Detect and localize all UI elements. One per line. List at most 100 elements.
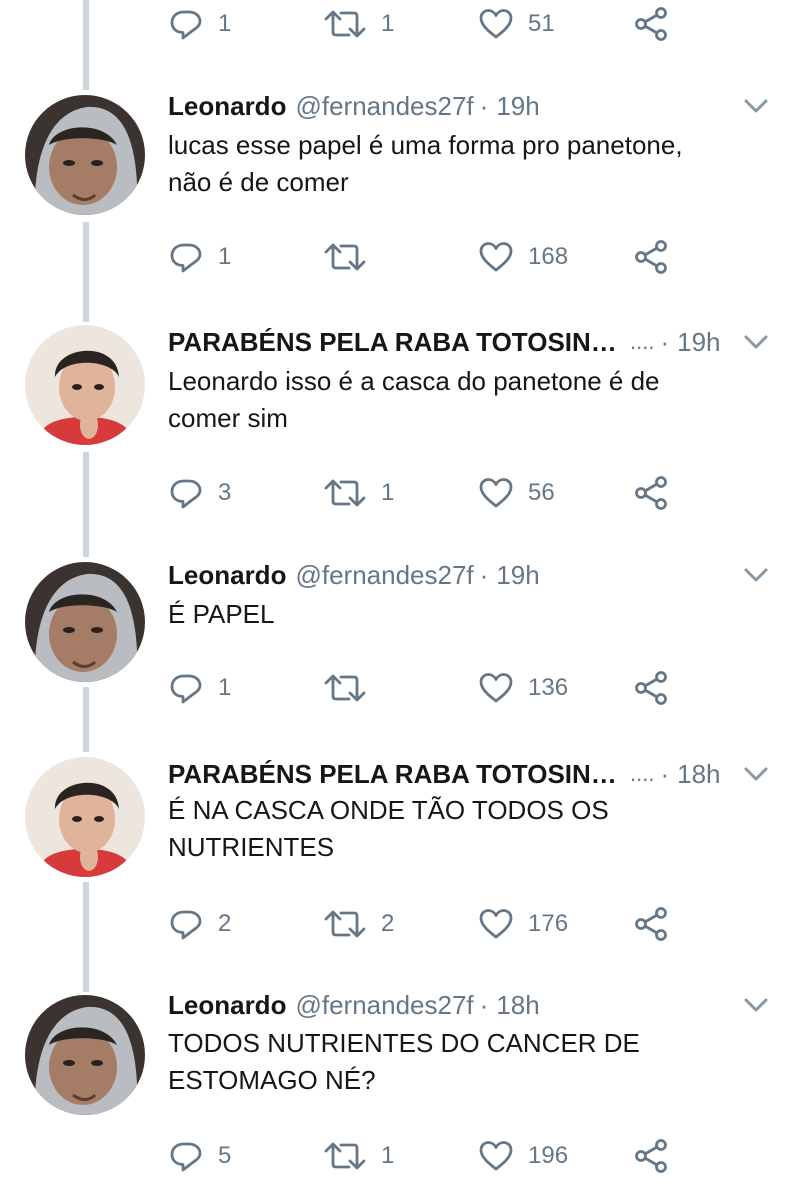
display-name[interactable]: PARABÉNS PELA RABA TOTOSINHA [168, 759, 626, 790]
share-button[interactable] [633, 473, 669, 513]
username[interactable]: @fernandes27f [295, 560, 473, 591]
chevron-down-icon [744, 335, 768, 349]
truncation-ellipsis: .... [630, 761, 655, 786]
tweet-text: É PAPEL [168, 596, 748, 633]
thread-line [83, 687, 89, 752]
tweet-text-line: ESTOMAGO NÉ? [168, 1065, 376, 1095]
timestamp[interactable]: 19h [677, 327, 720, 358]
retweet-icon [323, 906, 367, 942]
reply-count: 2 [218, 910, 232, 937]
tweet-text-line: comer sim [168, 403, 288, 433]
reply-button[interactable]: 2 [168, 904, 231, 944]
heart-icon [478, 906, 514, 942]
like-count: 51 [528, 10, 555, 37]
avatar[interactable] [25, 325, 145, 445]
heart-icon [478, 239, 514, 275]
reply-icon [168, 239, 204, 275]
chevron-down-icon [744, 767, 768, 781]
tweet-actions: 2 2 176 [168, 904, 728, 944]
reply-button[interactable]: 3 [168, 473, 231, 513]
tweet-text: Leonardo isso é a casca do panetone é de… [168, 363, 748, 437]
like-button[interactable]: 168 [478, 237, 568, 277]
share-button[interactable] [633, 237, 669, 277]
separator-dot: · [660, 326, 670, 357]
reply-count: 3 [218, 479, 232, 506]
display-name[interactable]: PARABÉNS PELA RABA TOTOSINHA [168, 327, 626, 358]
avatar[interactable] [25, 995, 145, 1115]
tweet-text: TODOS NUTRIENTES DO CANCER DE ESTOMAGO N… [168, 1025, 748, 1099]
heart-icon [478, 475, 514, 511]
thread-line [83, 222, 89, 322]
share-button[interactable] [633, 904, 669, 944]
share-icon [633, 475, 669, 511]
retweet-button[interactable]: 1 [323, 4, 394, 44]
retweet-icon [323, 475, 367, 511]
tweet-actions: 5 1 196 [168, 1136, 728, 1176]
share-button[interactable] [633, 668, 669, 708]
tweet-actions: 1 168 [168, 237, 728, 277]
more-options-button[interactable] [738, 91, 774, 121]
share-icon [633, 1138, 669, 1174]
avatar[interactable] [25, 757, 145, 877]
reply-button[interactable]: 1 [168, 4, 231, 44]
thread-line [83, 452, 89, 557]
tweet-text-line: não é de comer [168, 167, 349, 197]
reply-count: 5 [218, 1142, 232, 1169]
share-icon [633, 670, 669, 706]
retweet-icon [323, 6, 367, 42]
more-options-button[interactable] [738, 990, 774, 1020]
retweet-button[interactable] [323, 237, 381, 277]
retweet-button[interactable] [323, 668, 381, 708]
chevron-down-icon [744, 99, 768, 113]
timestamp[interactable]: 18h [496, 990, 539, 1021]
tweet-text-line: lucas esse papel é uma forma pro paneton… [168, 130, 683, 160]
timestamp[interactable]: 19h [496, 91, 539, 122]
chevron-down-icon [744, 568, 768, 582]
heart-icon [478, 6, 514, 42]
share-icon [633, 6, 669, 42]
retweet-icon [323, 239, 367, 275]
display-name[interactable]: Leonardo [168, 91, 286, 122]
like-count: 136 [528, 674, 569, 701]
tweet-header: Leonardo @fernandes27f · 19h [168, 86, 732, 126]
retweet-count: 1 [381, 479, 395, 506]
tweet-text-line: Leonardo isso é a casca do panetone é de [168, 366, 660, 396]
reply-icon [168, 906, 204, 942]
share-button[interactable] [633, 1136, 669, 1176]
like-button[interactable]: 56 [478, 473, 555, 513]
timestamp[interactable]: 18h [677, 759, 720, 790]
reply-button[interactable]: 1 [168, 237, 231, 277]
reply-button[interactable]: 5 [168, 1136, 231, 1176]
tweet-header: PARABÉNS PELA RABA TOTOSINHA .... · 19h [168, 322, 732, 362]
display-name[interactable]: Leonardo [168, 560, 286, 591]
tweet-text: lucas esse papel é uma forma pro paneton… [168, 127, 748, 201]
retweet-button[interactable]: 1 [323, 1136, 394, 1176]
retweet-icon [323, 670, 367, 706]
tweet-header: PARABÉNS PELA RABA TOTOSINHA .... · 18h [168, 754, 732, 794]
like-button[interactable]: 136 [478, 668, 568, 708]
like-button[interactable]: 51 [478, 4, 555, 44]
like-button[interactable]: 196 [478, 1136, 568, 1176]
display-name[interactable]: Leonardo [168, 990, 286, 1021]
username[interactable]: @fernandes27f [295, 91, 473, 122]
username[interactable]: @fernandes27f [295, 990, 473, 1021]
retweet-button[interactable]: 1 [323, 473, 394, 513]
avatar[interactable] [25, 95, 145, 215]
avatar[interactable] [25, 562, 145, 682]
retweet-button[interactable]: 2 [323, 904, 394, 944]
tweet-header: Leonardo @fernandes27f · 19h [168, 555, 732, 595]
heart-icon [478, 1138, 514, 1174]
retweet-count: 1 [381, 10, 395, 37]
more-options-button[interactable] [738, 327, 774, 357]
like-button[interactable]: 176 [478, 904, 568, 944]
reply-button[interactable]: 1 [168, 668, 231, 708]
like-count: 56 [528, 479, 555, 506]
top-tweet-actions: 1 1 51 [168, 4, 728, 44]
more-options-button[interactable] [738, 560, 774, 590]
timestamp[interactable]: 19h [496, 560, 539, 591]
more-options-button[interactable] [738, 759, 774, 789]
tweet-text-line: É PAPEL [168, 599, 275, 629]
tweet-text-line: NUTRIENTES [168, 832, 335, 862]
share-button[interactable] [633, 4, 669, 44]
reply-icon [168, 6, 204, 42]
